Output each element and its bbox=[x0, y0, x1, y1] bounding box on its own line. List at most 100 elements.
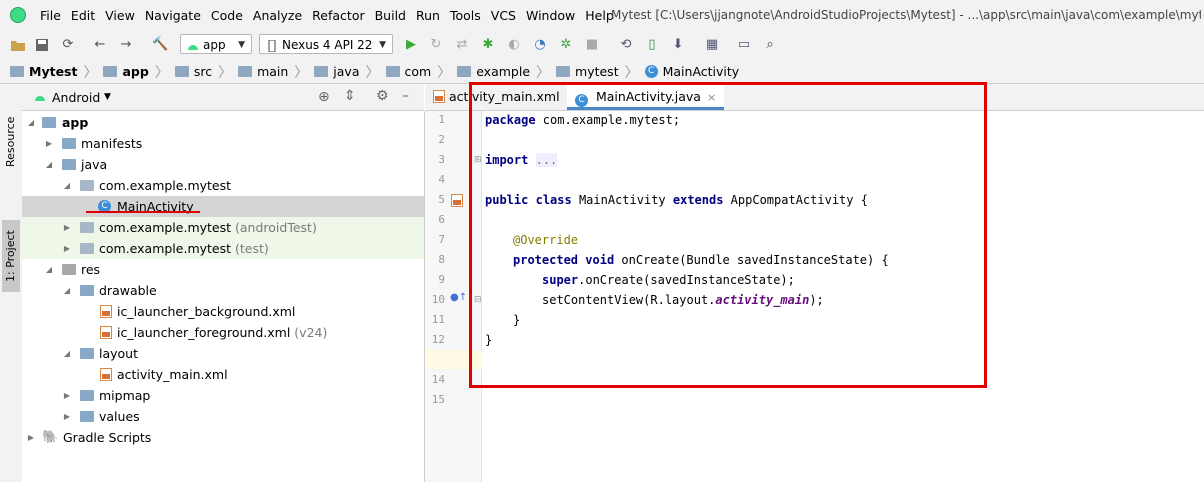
override-marker-icon[interactable]: ●↑ bbox=[450, 292, 467, 303]
project-tab[interactable]: 1: Project bbox=[2, 220, 20, 292]
forward-arrow-icon[interactable]: → bbox=[118, 37, 134, 53]
line-number: 7 bbox=[438, 233, 445, 246]
menu-run[interactable]: Run bbox=[416, 8, 440, 23]
tree-label: values bbox=[99, 409, 140, 424]
breadcrumb-item-com[interactable]: com bbox=[385, 64, 432, 79]
back-arrow-icon[interactable]: ← bbox=[92, 37, 108, 53]
apply-changes-icon[interactable]: ↻ bbox=[428, 37, 444, 53]
locate-crosshair-icon[interactable]: ⊕ bbox=[318, 89, 330, 105]
menu-window[interactable]: Window bbox=[526, 8, 575, 23]
collapsed-arrow-icon[interactable]: ▶ bbox=[44, 133, 54, 154]
tree-item-drawable[interactable]: ◢ drawable bbox=[22, 280, 424, 301]
debug-bug-icon[interactable]: ✱ bbox=[480, 37, 496, 53]
breadcrumb-item-mytest-pkg[interactable]: mytest bbox=[556, 64, 619, 79]
expanded-arrow-icon[interactable]: ◢ bbox=[44, 259, 54, 280]
menu-help[interactable]: Help bbox=[585, 8, 614, 23]
breadcrumb-item-example[interactable]: example bbox=[457, 64, 530, 79]
tree-item-ic-launcher-background[interactable]: ic_launcher_background.xml bbox=[22, 301, 424, 322]
tree-item-activity-main-xml[interactable]: activity_main.xml bbox=[22, 364, 424, 385]
open-folder-icon[interactable] bbox=[10, 37, 26, 53]
menu-refactor[interactable]: Refactor bbox=[312, 8, 364, 23]
run-icon[interactable]: ▶ bbox=[403, 37, 419, 53]
tree-item-package-main[interactable]: ◢ com.example.mytest bbox=[22, 175, 424, 196]
breadcrumb-label: src bbox=[193, 64, 213, 79]
menu-view[interactable]: View bbox=[105, 8, 135, 23]
stop-icon[interactable]: ■ bbox=[584, 37, 600, 53]
folder-icon bbox=[457, 66, 472, 77]
expanded-arrow-icon[interactable]: ◢ bbox=[62, 175, 72, 196]
tree-item-mipmap[interactable]: ▶ mipmap bbox=[22, 385, 424, 406]
tree-item-values[interactable]: ▶ values bbox=[22, 406, 424, 427]
layout-marker-icon[interactable] bbox=[451, 194, 463, 207]
tree-label: app bbox=[62, 115, 89, 130]
gradle-sync-icon[interactable]: ⟲ bbox=[618, 37, 634, 53]
run-coverage-icon[interactable]: ◐ bbox=[506, 37, 522, 53]
collapse-all-icon[interactable]: ⇕ bbox=[344, 88, 356, 104]
attach-debugger-icon[interactable]: ✲ bbox=[558, 37, 574, 53]
menu-file[interactable]: File bbox=[40, 8, 61, 23]
breadcrumb-item-main[interactable]: main bbox=[238, 64, 288, 79]
sync-icon[interactable]: ⟳ bbox=[60, 37, 76, 53]
terminal-icon[interactable]: ▭ bbox=[736, 37, 752, 53]
menu-navigate[interactable]: Navigate bbox=[145, 8, 201, 23]
menu-code[interactable]: Code bbox=[211, 8, 243, 23]
menu-tools[interactable]: Tools bbox=[450, 8, 481, 23]
resource-manager-tab[interactable]: Resource Manager bbox=[2, 92, 35, 192]
collapsed-arrow-icon[interactable]: ▶ bbox=[26, 427, 36, 448]
collapsed-arrow-icon[interactable]: ▶ bbox=[62, 217, 72, 238]
tree-label-suffix: (androidTest) bbox=[235, 220, 317, 235]
menu-analyze[interactable]: Analyze bbox=[253, 8, 302, 23]
breadcrumb-item-java[interactable]: java bbox=[314, 64, 360, 79]
tree-item-mainactivity[interactable]: C MainActivity bbox=[22, 196, 424, 217]
package-folder-icon bbox=[80, 243, 94, 254]
xml-file-icon bbox=[100, 305, 112, 318]
tree-item-app[interactable]: ◢ app bbox=[22, 112, 424, 133]
collapsed-arrow-icon[interactable]: ▶ bbox=[62, 406, 72, 427]
tree-label: res bbox=[81, 262, 101, 277]
phone-icon bbox=[266, 38, 278, 53]
sdk-manager-icon[interactable]: ⬇ bbox=[670, 37, 686, 53]
profile-icon[interactable]: ◔ bbox=[532, 37, 548, 53]
project-structure-icon[interactable]: ▦ bbox=[704, 37, 720, 53]
save-all-icon[interactable] bbox=[34, 37, 50, 53]
line-number: 3 bbox=[438, 153, 445, 166]
avd-manager-icon[interactable]: ▯ bbox=[644, 37, 660, 53]
menu-vcs[interactable]: VCS bbox=[491, 8, 516, 23]
breadcrumb-label: java bbox=[333, 64, 360, 79]
breadcrumb-item-src[interactable]: src bbox=[174, 64, 213, 79]
chevron-down-icon[interactable]: ▼ bbox=[104, 92, 111, 102]
tree-item-manifests[interactable]: ▶ manifests bbox=[22, 133, 424, 154]
module-select[interactable]: app ▼ bbox=[180, 34, 252, 54]
tree-item-ic-launcher-foreground[interactable]: ic_launcher_foreground.xml (v24) bbox=[22, 322, 424, 343]
tree-item-gradle-scripts[interactable]: ▶ 🐘 Gradle Scripts bbox=[22, 427, 424, 448]
line-number: 2 bbox=[438, 133, 445, 146]
tree-item-package-androidtest[interactable]: ▶ com.example.mytest (androidTest) bbox=[22, 217, 424, 238]
collapsed-arrow-icon[interactable]: ▶ bbox=[62, 385, 72, 406]
expanded-arrow-icon[interactable]: ◢ bbox=[44, 154, 54, 175]
tree-label: ic_launcher_background.xml bbox=[117, 304, 296, 319]
search-icon[interactable]: ⌕ bbox=[762, 37, 778, 53]
breadcrumb-label: app bbox=[122, 64, 149, 79]
expanded-arrow-icon[interactable]: ◢ bbox=[62, 280, 72, 301]
tree-item-package-test[interactable]: ▶ com.example.mytest (test) bbox=[22, 238, 424, 259]
tree-item-res[interactable]: ◢ res bbox=[22, 259, 424, 280]
expanded-arrow-icon[interactable]: ◢ bbox=[26, 112, 36, 133]
make-project-hammer-icon[interactable]: 🔨 bbox=[152, 37, 168, 53]
breadcrumb-label: main bbox=[257, 64, 289, 79]
collapsed-arrow-icon[interactable]: ▶ bbox=[62, 238, 72, 259]
menu-edit[interactable]: Edit bbox=[71, 8, 95, 23]
breadcrumb-item-app[interactable]: app bbox=[103, 64, 149, 79]
tree-item-java[interactable]: ◢ java bbox=[22, 154, 424, 175]
apply-code-changes-icon[interactable]: ⇄ bbox=[454, 37, 470, 53]
breadcrumb-item-mytest[interactable]: Mytest bbox=[10, 64, 77, 79]
gear-icon[interactable]: ⚙ bbox=[376, 88, 389, 104]
device-select[interactable]: Nexus 4 API 22 ▼ bbox=[259, 34, 393, 54]
breadcrumb-item-mainactivity[interactable]: C MainActivity bbox=[644, 64, 739, 79]
menu-build[interactable]: Build bbox=[375, 8, 406, 23]
expanded-arrow-icon[interactable]: ◢ bbox=[62, 343, 72, 364]
tree-item-layout[interactable]: ◢ layout bbox=[22, 343, 424, 364]
hide-panel-icon[interactable]: – bbox=[402, 88, 409, 104]
project-view-select[interactable]: Android bbox=[52, 90, 100, 105]
breadcrumb: Mytest 〉 app 〉 src 〉 main 〉 java 〉 com 〉 examp… bbox=[0, 60, 1204, 84]
breadcrumb-label: com bbox=[404, 64, 432, 79]
